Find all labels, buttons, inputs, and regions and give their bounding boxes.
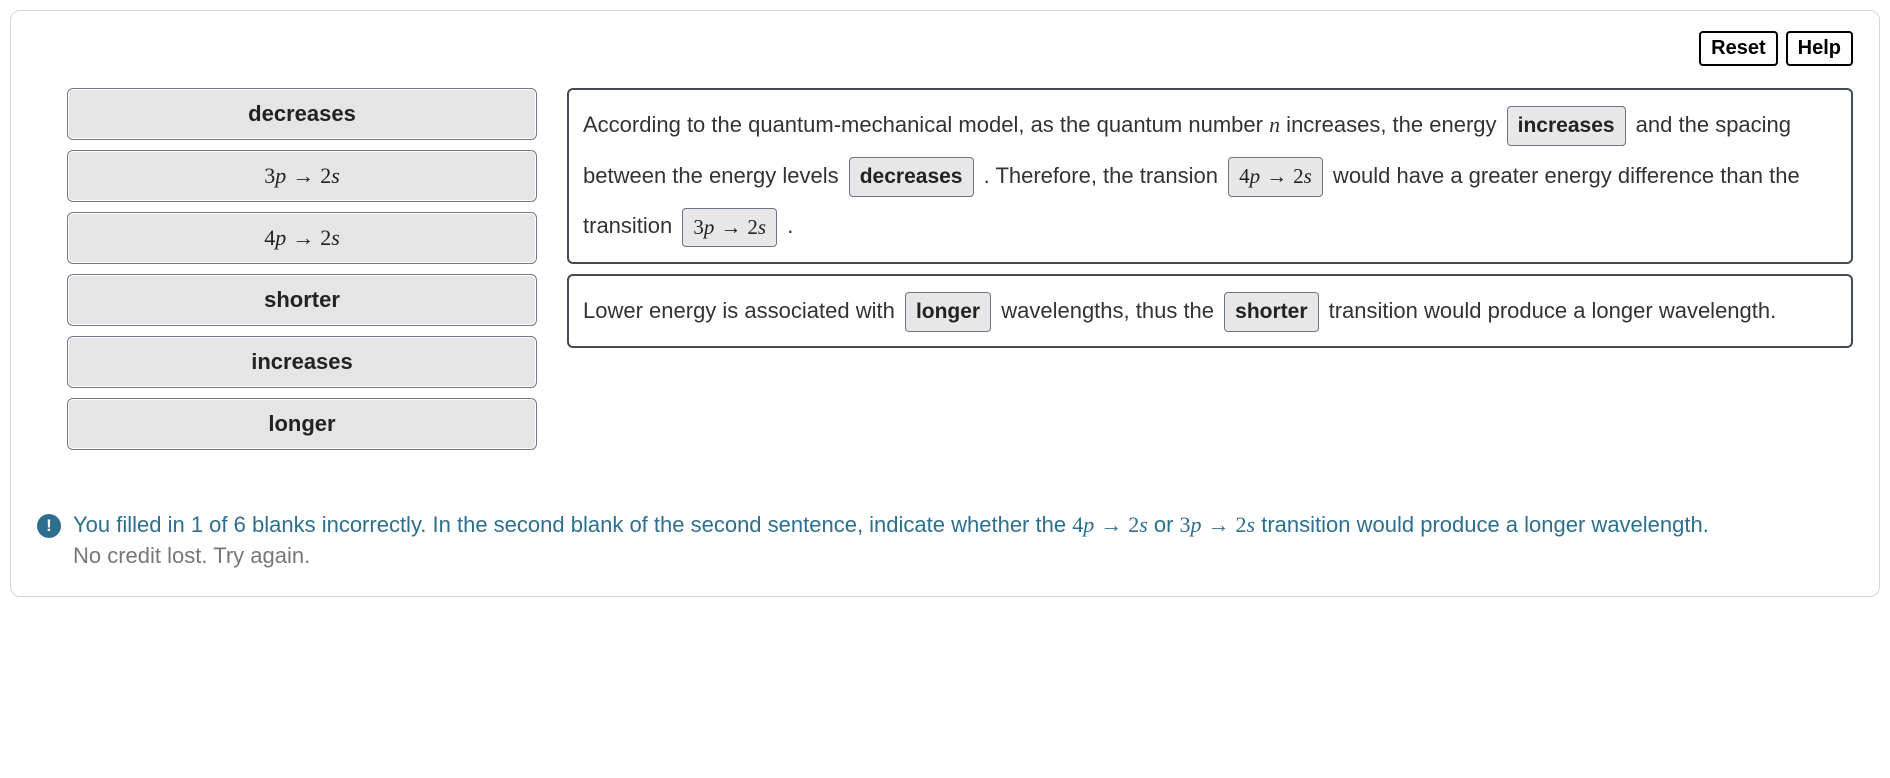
feedback: ! You filled in 1 of 6 blanks incorrectl… bbox=[37, 510, 1853, 572]
feedback-text: You filled in 1 of 6 blanks incorrectly.… bbox=[73, 510, 1709, 572]
word-bank-tile[interactable]: longer bbox=[67, 398, 537, 450]
passage-1[interactable]: According to the quantum-mechanical mode… bbox=[567, 88, 1853, 264]
filled-blank-2[interactable]: decreases bbox=[849, 157, 974, 197]
feedback-text-part: transition would produce a longer wavele… bbox=[1255, 512, 1709, 537]
passage-text: Lower energy is associated with bbox=[583, 298, 901, 323]
feedback-text-part: You filled in 1 of 6 blanks incorrectly.… bbox=[73, 512, 1072, 537]
feedback-text-part: or bbox=[1148, 512, 1180, 537]
filled-blank-4[interactable]: 3p→2s bbox=[682, 208, 777, 248]
word-bank: decreases 3p→2s 4p→2s shorter increases longe… bbox=[67, 88, 537, 450]
reset-button[interactable]: Reset bbox=[1699, 31, 1777, 66]
alert-icon: ! bbox=[37, 514, 61, 538]
exercise-body: decreases 3p→2s 4p→2s shorter increases longe… bbox=[37, 88, 1853, 450]
variable-n: n bbox=[1269, 112, 1280, 137]
passage-text: transition would produce a longer wavele… bbox=[1323, 298, 1777, 323]
passage-text: . Therefore, the transion bbox=[978, 163, 1225, 188]
word-bank-tile[interactable]: 4p→2s bbox=[67, 212, 537, 264]
help-button[interactable]: Help bbox=[1786, 31, 1853, 66]
passage-text: According to the quantum-mechanical mode… bbox=[583, 112, 1269, 137]
word-bank-tile[interactable]: decreases bbox=[67, 88, 537, 140]
filled-blank-6[interactable]: shorter bbox=[1224, 292, 1318, 332]
filled-blank-3[interactable]: 4p→2s bbox=[1228, 157, 1323, 197]
word-bank-tile[interactable]: shorter bbox=[67, 274, 537, 326]
feedback-line-1: You filled in 1 of 6 blanks incorrectly.… bbox=[73, 510, 1709, 541]
toolbar: Reset Help bbox=[37, 31, 1853, 66]
passage-text: wavelengths, thus the bbox=[995, 298, 1220, 323]
passage-2[interactable]: Lower energy is associated with longer w… bbox=[567, 274, 1853, 349]
feedback-math-1: 4p→2s bbox=[1072, 512, 1148, 537]
filled-blank-1[interactable]: increases bbox=[1507, 106, 1626, 146]
word-bank-tile[interactable]: increases bbox=[67, 336, 537, 388]
word-bank-tile[interactable]: 3p→2s bbox=[67, 150, 537, 202]
feedback-line-2: No credit lost. Try again. bbox=[73, 541, 1709, 572]
passages: According to the quantum-mechanical mode… bbox=[567, 88, 1853, 348]
exercise-card: Reset Help decreases 3p→2s 4p→2s shorter inc… bbox=[10, 10, 1880, 597]
passage-text: . bbox=[781, 213, 793, 238]
filled-blank-5[interactable]: longer bbox=[905, 292, 991, 332]
passage-text: increases, the energy bbox=[1280, 112, 1503, 137]
feedback-math-2: 3p→2s bbox=[1180, 512, 1256, 537]
